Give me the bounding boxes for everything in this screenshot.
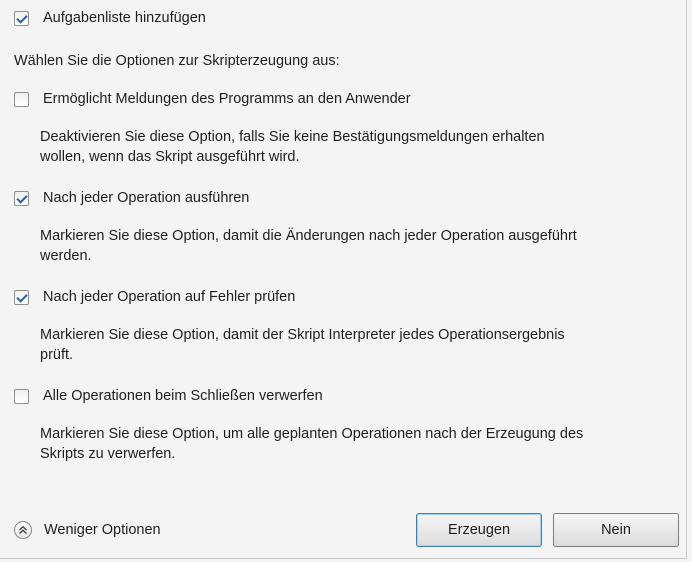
- no-button[interactable]: Nein: [553, 513, 679, 547]
- discard-on-close-checkbox-row[interactable]: Alle Operationen beim Schließen verwerfe…: [14, 388, 323, 404]
- run-after-each-description: Markieren Sie diese Option, damit die Än…: [40, 226, 680, 266]
- double-chevron-up-icon[interactable]: [14, 521, 32, 539]
- enable-messages-label: Ermöglicht Meldungen des Programms an de…: [43, 91, 411, 107]
- check-errors-description-line1: Markieren Sie diese Option, damit der Sk…: [40, 327, 565, 343]
- check-errors-checkbox-row[interactable]: Nach jeder Operation auf Fehler prüfen: [14, 289, 295, 305]
- add-task-list-checkbox[interactable]: [14, 10, 29, 26]
- discard-on-close-description-line1: Markieren Sie diese Option, um alle gepl…: [40, 426, 584, 442]
- enable-messages-description-line1: Deaktivieren Sie diese Option, falls Sie…: [40, 129, 545, 145]
- fewer-options-toggle[interactable]: Weniger Optionen: [14, 521, 161, 539]
- options-panel: Aufgabenliste hinzufügen Wählen Sie die …: [0, 0, 687, 559]
- check-errors-description-line2: prüft.: [40, 347, 74, 363]
- enable-messages-description: Deaktivieren Sie diese Option, falls Sie…: [40, 127, 680, 167]
- run-after-each-label: Nach jeder Operation ausführen: [43, 190, 250, 206]
- check-errors-checkbox[interactable]: [14, 289, 29, 305]
- enable-messages-checkbox-row[interactable]: Ermöglicht Meldungen des Programms an de…: [14, 91, 411, 107]
- run-after-each-checkbox-row[interactable]: Nach jeder Operation ausführen: [14, 190, 249, 206]
- add-task-list-checkbox-row[interactable]: Aufgabenliste hinzufügen: [14, 10, 206, 26]
- fewer-options-label[interactable]: Weniger Optionen: [44, 522, 161, 538]
- run-after-each-description-line2: werden.: [40, 248, 92, 264]
- add-task-list-label: Aufgabenliste hinzufügen: [43, 10, 206, 26]
- discard-on-close-description-line2: Skripts zu verwerfen.: [40, 446, 176, 462]
- run-after-each-description-line1: Markieren Sie diese Option, damit die Än…: [40, 228, 577, 244]
- enable-messages-description-line2: wollen, wenn das Skript ausgeführt wird.: [40, 149, 300, 165]
- enable-messages-checkbox[interactable]: [14, 91, 29, 107]
- discard-on-close-label: Alle Operationen beim Schließen verwerfe…: [43, 388, 323, 404]
- run-after-each-checkbox[interactable]: [14, 190, 29, 206]
- check-errors-description: Markieren Sie diese Option, damit der Sk…: [40, 325, 680, 365]
- discard-on-close-checkbox[interactable]: [14, 388, 29, 404]
- script-options-heading: Wählen Sie die Optionen zur Skripterzeug…: [14, 53, 340, 69]
- discard-on-close-description: Markieren Sie diese Option, um alle gepl…: [40, 424, 680, 464]
- generate-button[interactable]: Erzeugen: [416, 513, 542, 547]
- check-errors-label: Nach jeder Operation auf Fehler prüfen: [43, 289, 296, 305]
